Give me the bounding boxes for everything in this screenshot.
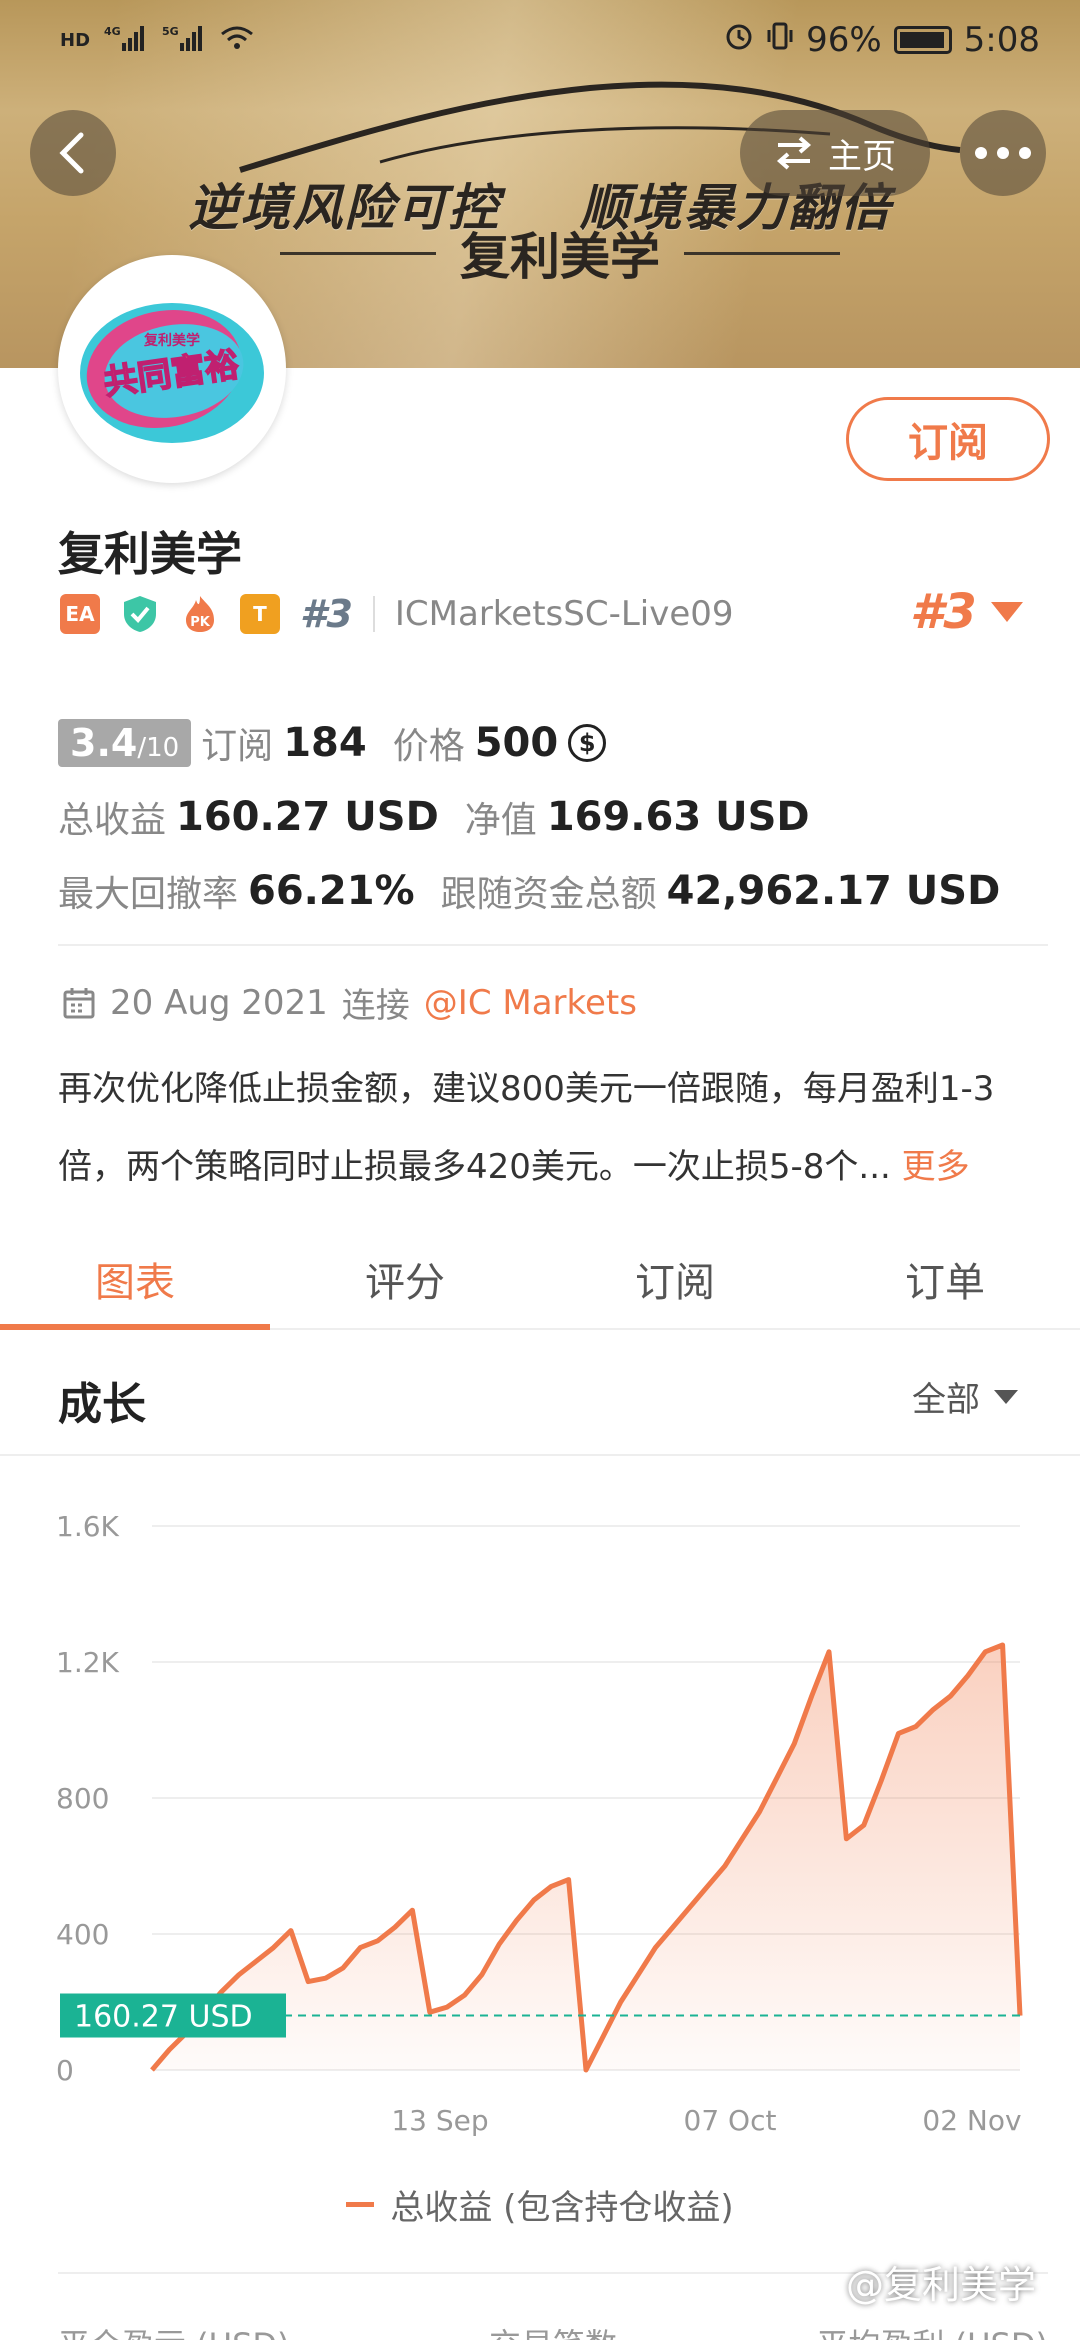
signal-5g-icon: 5G — [162, 23, 206, 58]
total-value: 160.27 USD — [176, 794, 439, 840]
account-server: ICMarketsSC-Live09 — [394, 594, 734, 634]
since-connect: 连接 — [341, 986, 410, 1026]
drawdown-value: 66.21% — [248, 868, 415, 914]
wifi-icon — [220, 24, 254, 57]
badge-separator — [372, 596, 375, 632]
y-tick-label: 400 — [56, 1918, 109, 1951]
back-button[interactable] — [30, 110, 116, 196]
svg-text:5G: 5G — [162, 25, 179, 38]
more-menu-button[interactable] — [960, 110, 1046, 196]
subs-value: 184 — [283, 720, 367, 766]
tab-bar: 图表 评分 订阅 订单 — [0, 1230, 1080, 1330]
price-value: 500 — [474, 720, 559, 766]
follow-label: 跟随资金总额 — [440, 874, 657, 915]
alarm-icon — [724, 20, 754, 60]
banner-subtitle-row: 复利美学 — [280, 220, 840, 286]
more-link[interactable]: 更多 — [902, 1147, 970, 1187]
subs-label: 订阅 — [201, 726, 274, 767]
switch-icon — [776, 136, 812, 170]
rank-small: #3 — [300, 592, 353, 636]
hd-indicator: HD — [60, 29, 91, 51]
calendar-icon — [63, 987, 95, 1018]
battery-icon — [893, 26, 952, 54]
home-label: 主页 — [828, 136, 896, 177]
score-badge: 3.4/10 — [58, 719, 192, 767]
description: 再次优化降低止损金额，建议800美元一倍跟随，每月盈利1-3倍，两个策略同时止损… — [58, 1050, 1048, 1206]
x-tick-label: 07 Oct — [684, 2104, 777, 2137]
svg-text:PK: PK — [190, 615, 211, 630]
avg-profit-label: 平均盈利 (USD) — [816, 2320, 1048, 2340]
chevron-left-icon — [59, 132, 84, 174]
caret-down-icon — [994, 1389, 1018, 1404]
stat-row-3: 最大回撤率 66.21% 跟随资金总额 42,962.17 USD — [58, 854, 1048, 928]
equity-label: 净值 — [464, 800, 537, 841]
divider — [58, 944, 1048, 946]
status-left: HD 4G 5G — [60, 23, 254, 58]
more-dots-icon — [975, 147, 1031, 159]
stat-row-2: 总收益 160.27 USD 净值 169.63 USD — [58, 780, 1048, 854]
y-tick-label: 0 — [56, 2054, 74, 2087]
description-text: 再次优化降低止损金额，建议800美元一倍跟随，每月盈利1-3倍，两个策略同时止损… — [58, 1069, 995, 1187]
clock: 5:08 — [963, 20, 1040, 60]
banner-subtitle: 复利美学 — [460, 228, 660, 286]
signal-4g-icon: 4G — [104, 23, 148, 58]
section-title: 成长 — [58, 1379, 146, 1430]
broker-link[interactable]: @IC Markets — [424, 983, 637, 1023]
stats-block: 3.4/10 订阅 184 价格 500 $ 总收益 160.27 USD 净值… — [58, 706, 1048, 928]
signal-name: 复利美学 — [58, 527, 242, 581]
equity-value: 169.63 USD — [546, 794, 810, 840]
home-button[interactable]: 主页 — [740, 110, 930, 196]
range-label: 全部 — [912, 1380, 980, 1420]
follow-value: 42,962.17 USD — [666, 868, 1001, 914]
y-tick-label: 1.2K — [56, 1646, 120, 1679]
svg-text:复利美学: 复利美学 — [143, 332, 200, 349]
avatar[interactable]: 复利美学 共同富裕 — [58, 255, 286, 483]
ea-badge[interactable]: EA — [60, 594, 100, 634]
drawdown-label: 最大回撤率 — [58, 874, 239, 915]
svg-text:4G: 4G — [104, 25, 121, 38]
banner-rule-right — [684, 251, 840, 255]
tab-rating[interactable]: 评分 — [270, 1230, 540, 1328]
legend-label: 总收益 (包含持仓收益) — [390, 2188, 734, 2228]
current-value-label: 160.27 USD — [74, 2000, 253, 2035]
t-badge[interactable]: T — [240, 594, 280, 634]
shield-check-icon[interactable] — [120, 594, 160, 634]
trade-count-label: 交易笔数 — [489, 2320, 617, 2340]
tab-subscribe[interactable]: 订阅 — [540, 1230, 810, 1328]
banner-rule-left — [280, 251, 436, 255]
status-bar: HD 4G 5G 96% 5:08 — [0, 0, 1080, 80]
total-label: 总收益 — [58, 800, 167, 841]
rank-dropdown[interactable]: #3 — [910, 584, 1023, 640]
y-tick-label: 800 — [56, 1782, 109, 1815]
badge-row: EA PK T #3 ICMarketsSC-Live09 — [60, 592, 734, 636]
chart-legend: 总收益 (包含持仓收益) — [0, 2180, 1080, 2229]
caret-down-icon — [990, 602, 1023, 622]
x-tick-label: 13 Sep — [391, 2104, 488, 2137]
rank-big-label: #3 — [910, 584, 977, 640]
watermark: @复利美学 — [846, 2263, 1037, 2307]
since-row: 20 Aug 2021 连接 @IC Markets — [62, 978, 637, 1027]
bottom-stats-labels: 平仓盈亏 (USD) 交易笔数 平均盈利 (USD) — [58, 2320, 1048, 2340]
coin-icon: $ — [568, 724, 607, 762]
price-label: 价格 — [392, 726, 465, 767]
vibrate-icon — [766, 20, 794, 60]
since-date: 20 Aug 2021 — [110, 982, 328, 1023]
battery-percent: 96% — [806, 20, 882, 60]
growth-chart[interactable]: 1.6K 1.2K 800 400 0160.27 USD 13 Sep 07 Oct 02 … — [0, 1460, 1080, 2160]
avatar-logo: 复利美学 共同富裕 — [64, 261, 280, 477]
subscribe-button[interactable]: 订阅 — [846, 397, 1050, 481]
status-right: 96% 5:08 — [724, 20, 1040, 60]
stat-row-1: 3.4/10 订阅 184 价格 500 $ — [58, 706, 1048, 780]
pk-flame-icon[interactable]: PK — [180, 594, 220, 634]
tab-chart[interactable]: 图表 — [0, 1230, 270, 1330]
legend-swatch — [346, 2202, 375, 2207]
closed-pnl-label: 平仓盈亏 (USD) — [58, 2320, 290, 2340]
tab-orders[interactable]: 订单 — [810, 1230, 1080, 1328]
range-dropdown[interactable]: 全部 — [912, 1372, 1018, 1421]
y-tick-label: 1.6K — [56, 1510, 120, 1543]
growth-header: 成长 全部 — [0, 1332, 1080, 1456]
x-tick-label: 02 Nov — [922, 2104, 1021, 2137]
